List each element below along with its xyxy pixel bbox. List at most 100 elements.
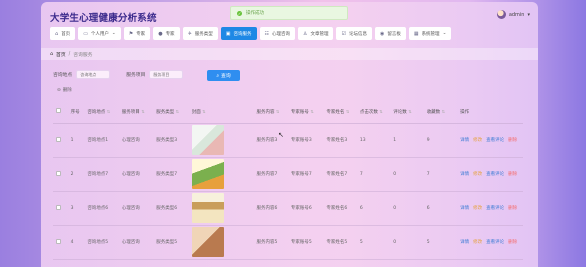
table-row: 1 咨询地点1 心理咨询 服务类型3 服务内容3 专家账号3 专家姓名3 13 … — [53, 123, 523, 158]
delete-link[interactable]: 删除 — [508, 240, 517, 245]
row-checkbox[interactable] — [56, 136, 61, 142]
view-link[interactable]: 详情 — [460, 240, 469, 245]
row-checkbox[interactable] — [56, 204, 61, 210]
service-table: 序号 咨询地点 ⇅ 服务项目 ⇅ 服务类型 ⇅ 封面 ⇅ 服务内容 ⇅ 专家账号… — [53, 101, 523, 260]
chevron-down-icon: ⌄ — [111, 31, 116, 36]
nav-label: 系统管理 — [421, 31, 440, 37]
search-icon: ⌕ — [216, 73, 220, 79]
nav-item-home[interactable]: ⌂ 首页 — [50, 27, 76, 40]
select-all-cell[interactable] — [53, 101, 68, 124]
item-input[interactable] — [149, 70, 184, 79]
col-label: 封面 — [191, 109, 201, 115]
sort-icon: ⇅ — [408, 108, 412, 114]
nav-item-articles[interactable]: ♙ 文章管理 — [297, 27, 334, 40]
nav-item-guestbook[interactable]: ◉ 留言板 — [374, 27, 406, 40]
col-acct[interactable]: 专家账号 ⇅ — [287, 101, 324, 124]
cell-item: 心理咨询 — [118, 123, 154, 158]
user-menu[interactable]: admin ▾ — [496, 10, 530, 19]
cell-content: 服务内容5 — [253, 225, 288, 260]
col-item[interactable]: 服务项目 ⇅ — [118, 101, 154, 124]
col-label: 专家姓名 — [326, 109, 345, 115]
app-panel: 大学生心理健康分析系统 ✓ 操作成功 admin ▾ ⌂ 首页 ▭ 个人用户 ⌄ ⚑ 专… — [41, 2, 538, 267]
row-select-cell[interactable] — [53, 191, 68, 226]
nav-item-expert-2[interactable]: ● 专家 — [153, 27, 180, 40]
cell-comments: 0 — [390, 191, 424, 226]
row-select-cell[interactable] — [53, 225, 68, 260]
sort-icon: ⇅ — [345, 108, 350, 114]
cell-cover — [188, 123, 254, 158]
cover-image[interactable] — [191, 193, 224, 223]
cell-item: 心理咨询 — [118, 225, 154, 260]
nav-item-users[interactable]: ▭ 个人用户 ⌄ — [78, 27, 121, 40]
success-icon: ✓ — [237, 10, 242, 16]
cell-clicks: 6 — [356, 191, 391, 226]
col-favs[interactable]: 收藏数 ⇅ — [423, 101, 458, 124]
cell-comments: 0 — [390, 225, 424, 260]
edit-link[interactable]: 修改 — [473, 172, 482, 177]
cell-content: 服务内容3 — [253, 123, 288, 158]
col-label: 收藏数 — [426, 109, 441, 115]
view-link[interactable]: 详情 — [460, 172, 469, 177]
cell-type: 服务类型7 — [153, 157, 189, 192]
cell-no: 2 — [67, 157, 85, 192]
grid-icon: ▦ — [413, 30, 419, 37]
table-row: 4 咨询地点5 心理咨询 服务类型5 服务内容5 专家账号5 专家姓名5 5 0… — [53, 225, 523, 260]
home-icon: ⌂ — [50, 51, 54, 57]
row-checkbox[interactable] — [56, 238, 61, 244]
nav-item-expert-1[interactable]: ⚑ 专家 — [123, 27, 151, 40]
batch-delete-button[interactable]: ⊝ 删除 — [57, 87, 72, 94]
item-label: 服务项目 — [126, 73, 146, 78]
home-icon: ⌂ — [55, 30, 59, 37]
col-label: 点击次数 — [359, 109, 378, 115]
edit-link[interactable]: 修改 — [473, 138, 482, 143]
nav-item-psych-consult[interactable]: ☷ 心理咨询 — [259, 27, 295, 40]
select-all-checkbox[interactable] — [56, 108, 61, 114]
col-label: 服务类型 — [156, 109, 175, 115]
col-label: 专家账号 — [290, 109, 309, 115]
sort-icon: ⇅ — [175, 108, 180, 114]
row-checkbox[interactable] — [56, 170, 61, 176]
nav-label: 首页 — [61, 31, 71, 37]
delete-link[interactable]: 删除 — [508, 138, 517, 143]
col-content[interactable]: 服务内容 ⇅ — [253, 101, 288, 124]
col-clicks[interactable]: 点击次数 ⇅ — [356, 101, 391, 124]
nav-item-system[interactable]: ▦ 系统管理 ⌄ — [408, 27, 452, 40]
col-name[interactable]: 专家姓名 ⇅ — [323, 101, 357, 124]
cell-comments: 0 — [390, 157, 424, 192]
row-select-cell[interactable] — [53, 157, 68, 192]
nav-item-forum[interactable]: ☑ 论坛信息 — [336, 27, 372, 40]
comments-link[interactable]: 查看评论 — [486, 138, 504, 143]
cover-image[interactable] — [191, 159, 224, 189]
cell-actions: 详情 修改 查看评论 删除 — [457, 123, 523, 158]
user-card-icon: ▭ — [83, 30, 88, 37]
cover-image[interactable] — [191, 125, 224, 155]
cell-acct: 专家账号6 — [287, 191, 324, 226]
cell-clicks: 7 — [356, 157, 391, 192]
view-link[interactable]: 详情 — [460, 206, 469, 211]
col-place[interactable]: 咨询地点 ⇅ — [84, 101, 119, 124]
comments-link[interactable]: 查看评论 — [486, 172, 504, 177]
nav-label: 专家 — [165, 31, 175, 37]
location-icon: ◉ — [379, 30, 385, 37]
view-link[interactable]: 详情 — [460, 138, 469, 143]
delete-link[interactable]: 删除 — [508, 172, 517, 177]
search-button[interactable]: ⌕ 查询 — [207, 70, 240, 81]
col-comments[interactable]: 评论数 ⇅ — [390, 101, 424, 124]
edit-link[interactable]: 修改 — [473, 240, 482, 245]
table-header-row: 序号 咨询地点 ⇅ 服务项目 ⇅ 服务类型 ⇅ 封面 ⇅ 服务内容 ⇅ 专家账号… — [53, 101, 523, 124]
place-input[interactable] — [76, 70, 111, 79]
cover-image[interactable] — [191, 227, 224, 257]
col-type[interactable]: 服务类型 ⇅ — [153, 101, 189, 124]
monitor-icon: ▣ — [225, 30, 231, 37]
comments-link[interactable]: 查看评论 — [486, 240, 504, 245]
nav-item-service-type[interactable]: ✈ 服务类型 — [182, 27, 218, 40]
comments-link[interactable]: 查看评论 — [486, 206, 504, 211]
breadcrumb-home[interactable]: 首页 — [56, 51, 66, 58]
delete-link[interactable]: 删除 — [508, 206, 517, 211]
edit-link[interactable]: 修改 — [473, 206, 482, 211]
cell-favs: 6 — [423, 191, 458, 226]
col-cover[interactable]: 封面 ⇅ — [188, 101, 254, 124]
nav-item-consult-service[interactable]: ▣ 咨询服务 — [220, 27, 257, 40]
delete-label: 删除 — [62, 88, 72, 93]
row-select-cell[interactable] — [53, 123, 68, 158]
